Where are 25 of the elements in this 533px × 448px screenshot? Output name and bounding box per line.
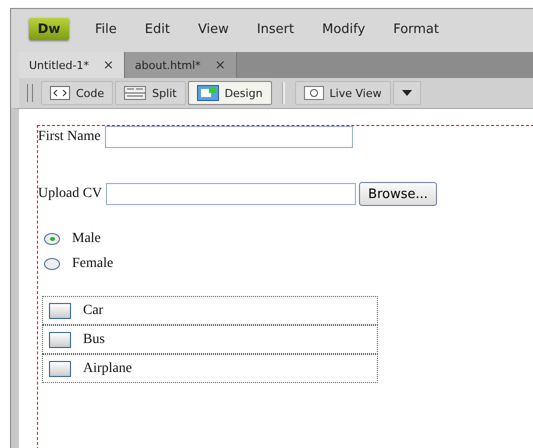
live-view-button[interactable]: Live View xyxy=(294,81,391,105)
checkbox-label: Airplane xyxy=(83,360,132,376)
view-button[interactable]: Split xyxy=(115,81,186,105)
menu-item[interactable]: Format xyxy=(379,22,453,36)
tab-title: about.html* xyxy=(134,58,201,72)
close-icon[interactable]: × xyxy=(214,58,226,72)
radio-label: Male xyxy=(72,230,101,246)
checkbox-label: Car xyxy=(83,302,104,318)
field-label: Upload CV xyxy=(38,186,102,202)
menu-item[interactable]: View xyxy=(184,22,243,36)
radio-label: Female xyxy=(72,256,114,272)
checkbox-label: Bus xyxy=(83,332,105,348)
app-logo: Dw xyxy=(29,18,69,40)
menu-item[interactable]: Edit xyxy=(130,22,184,36)
browse-button[interactable]: Browse... xyxy=(359,182,437,206)
view-button[interactable]: Design xyxy=(188,81,272,105)
menu-item[interactable]: File xyxy=(81,22,131,36)
menu-item[interactable]: Insert xyxy=(242,22,308,36)
document-tab[interactable]: about.html* × xyxy=(124,52,237,78)
view-button[interactable]: Code xyxy=(41,81,114,105)
field-label: First Name xyxy=(38,129,101,145)
tab-title: Untitled-1* xyxy=(29,58,89,72)
menu-item[interactable]: Modify xyxy=(308,22,380,36)
close-icon[interactable]: × xyxy=(102,58,114,72)
document-tab[interactable]: Untitled-1* × xyxy=(19,52,125,78)
